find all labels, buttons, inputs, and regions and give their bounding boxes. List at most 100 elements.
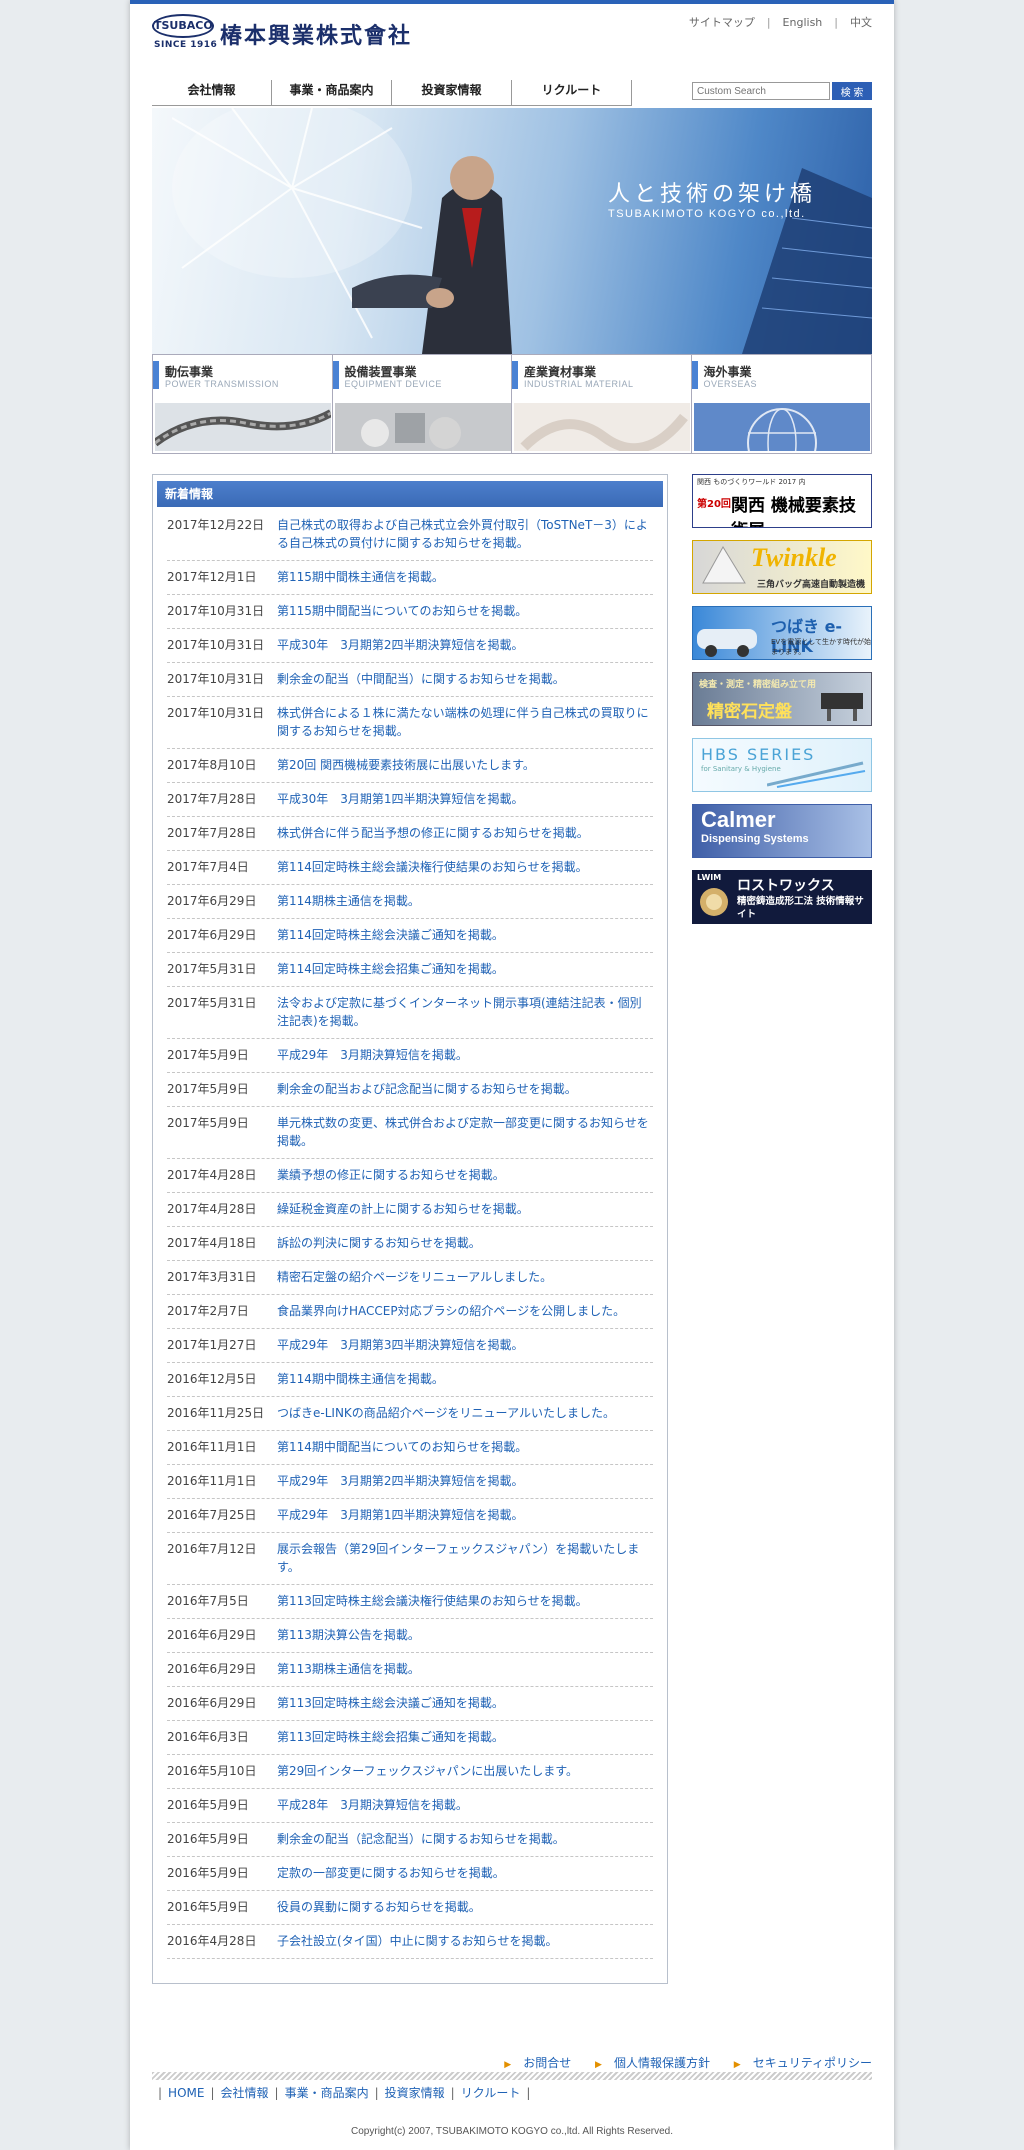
footer-nav-products[interactable]: 事業・商品案内 bbox=[285, 2086, 369, 2100]
news-item: 2016年11月1日 第114期中間配当についてのお知らせを掲載。 bbox=[167, 1431, 653, 1465]
news-title-link[interactable]: 剰余金の配当および記念配当に関するお知らせを掲載。 bbox=[277, 1080, 653, 1098]
news-date: 2016年6月29日 bbox=[167, 1628, 257, 1642]
banner-calmer[interactable]: Calmer Dispensing Systems bbox=[692, 804, 872, 858]
news-title-link[interactable]: 第113回定時株主総会招集ご通知を掲載。 bbox=[277, 1728, 653, 1746]
news-title-link[interactable]: 第29回インターフェックスジャパンに出展いたします。 bbox=[277, 1762, 653, 1780]
news-title-link[interactable]: 株式併合に伴う配当予想の修正に関するお知らせを掲載。 bbox=[277, 824, 653, 842]
news-title-link[interactable]: 繰延税金資産の計上に関するお知らせを掲載。 bbox=[277, 1200, 653, 1218]
side-banners: 関西 ものづくりワールド 2017 内 第20回 関西 機械要素技術展 Twin… bbox=[692, 474, 872, 936]
news-item: 2016年7月25日 平成29年 3月期第1四半期決算短信を掲載。 bbox=[167, 1499, 653, 1533]
banner-precision-stone[interactable]: 検査・測定・精密組み立て用 精密石定盤 bbox=[692, 672, 872, 726]
news-title-link[interactable]: 第114回定時株主総会決議ご通知を掲載。 bbox=[277, 926, 653, 944]
footer-nav: | HOME | 会社情報 | 事業・商品案内 | 投資家情報 | リクルート | bbox=[158, 2086, 531, 2100]
news-title-link[interactable]: 自己株式の取得および自己株式立会外買付取引（ToSTNeT－3）による自己株式の… bbox=[277, 516, 653, 552]
footer-link-security[interactable]: ▶ セキュリティポリシー bbox=[724, 2056, 872, 2070]
banner-label: 関西 機械要素技術展 bbox=[731, 496, 856, 527]
sitemap-link[interactable]: サイトマップ bbox=[689, 16, 755, 29]
search-button[interactable]: 検 索 bbox=[832, 82, 872, 100]
news-item: 2017年5月31日 第114回定時株主総会招集ご通知を掲載。 bbox=[167, 953, 653, 987]
news-title-link[interactable]: 業績予想の修正に関するお知らせを掲載。 bbox=[277, 1166, 653, 1184]
banner-label: 精密石定盤 bbox=[707, 702, 792, 722]
search-input[interactable] bbox=[692, 82, 830, 100]
banner-lost-wax[interactable]: LWIM ロストワックス 精密鋳造成形工法 技術情報サイト bbox=[692, 870, 872, 924]
division-equipment-device[interactable]: 設備装置事業 EQUIPMENT DEVICE bbox=[332, 355, 512, 453]
news-title-link[interactable]: 第114回定時株主総会招集ご通知を掲載。 bbox=[277, 960, 653, 978]
news-item: 2016年11月25日 つばきe-LINKの商品紹介ページをリニューアルいたしまし… bbox=[167, 1397, 653, 1431]
news-title-link[interactable]: 第20回 関西機械要素技術展に出展いたします。 bbox=[277, 756, 653, 774]
footer-link-contact[interactable]: ▶ お問合せ bbox=[494, 2056, 571, 2070]
news-item: 2016年6月3日 第113回定時株主総会招集ご通知を掲載。 bbox=[167, 1721, 653, 1755]
news-list: 2017年12月22日 自己株式の取得および自己株式立会外買付取引（ToSTNeT… bbox=[153, 507, 667, 1959]
news-title-link[interactable]: 展示会報告（第29回インターフェックスジャパン）を掲載いたします。 bbox=[277, 1540, 653, 1576]
english-link[interactable]: English bbox=[783, 16, 823, 29]
news-title-link[interactable]: 第114回定時株主総会議決権行使結果のお知らせを掲載。 bbox=[277, 858, 653, 876]
news-title-link[interactable]: 子会社設立(タイ国）中止に関するお知らせを掲載。 bbox=[277, 1932, 653, 1950]
news-title-link[interactable]: 平成30年 3月期第2四半期決算短信を掲載。 bbox=[277, 636, 653, 654]
footer-nav-company[interactable]: 会社情報 bbox=[221, 2086, 269, 2100]
footer-link-privacy[interactable]: ▶ 個人情報保護方針 bbox=[585, 2056, 710, 2070]
news-title-link[interactable]: 平成30年 3月期第1四半期決算短信を掲載。 bbox=[277, 790, 653, 808]
news-title-link[interactable]: 平成28年 3月期決算短信を掲載。 bbox=[277, 1796, 653, 1814]
news-title-link[interactable]: 第115期中間配当についてのお知らせを掲載。 bbox=[277, 602, 653, 620]
news-date: 2016年5月9日 bbox=[167, 1866, 249, 1880]
news-date: 2016年11月1日 bbox=[167, 1474, 257, 1488]
news-title-link[interactable]: 平成29年 3月期第1四半期決算短信を掲載。 bbox=[277, 1506, 653, 1524]
footer-nav-investors[interactable]: 投資家情報 bbox=[385, 2086, 445, 2100]
news-title-link[interactable]: 剰余金の配当（中間配当）に関するお知らせを掲載。 bbox=[277, 670, 653, 688]
nav-investors[interactable]: 投資家情報 bbox=[392, 80, 512, 106]
banner-top-text: 関西 ものづくりワールド 2017 内 bbox=[697, 478, 806, 486]
news-title-link[interactable]: 精密石定盤の紹介ページをリニューアルしました。 bbox=[277, 1268, 653, 1286]
division-label: 設備装置事業 bbox=[344, 365, 417, 379]
news-item: 2017年4月28日 業績予想の修正に関するお知らせを掲載。 bbox=[167, 1159, 653, 1193]
news-title-link[interactable]: 株式併合による１株に満たない端株の処理に伴う自己株式の買取りに関するお知らせを掲… bbox=[277, 704, 653, 740]
news-title-link[interactable]: 第113回定時株主総会議決権行使結果のお知らせを掲載。 bbox=[277, 1592, 653, 1610]
hero-subtitle: TSUBAKIMOTO KOGYO co.,ltd. bbox=[608, 208, 806, 220]
chinese-link[interactable]: 中文 bbox=[850, 16, 872, 29]
news-title-link[interactable]: 法令および定款に基づくインターネット開示事項(連結注記表・個別注記表)を掲載。 bbox=[277, 994, 653, 1030]
division-overseas[interactable]: 海外事業 OVERSEAS bbox=[691, 355, 871, 453]
banner-twinkle[interactable]: Twinkle 三角バッグ高速自動製造機 bbox=[692, 540, 872, 594]
news-title-link[interactable]: 平成29年 3月期第2四半期決算短信を掲載。 bbox=[277, 1472, 653, 1490]
banner-elink[interactable]: つばき e-LINK EVを電源として生かす時代が始まります。 bbox=[692, 606, 872, 660]
news-title-link[interactable]: 食品業界向けHACCEP対応ブラシの紹介ページを公開しました。 bbox=[277, 1302, 653, 1320]
logo-badge: TSUBACO bbox=[152, 14, 214, 38]
logo-since: SINCE 1916 bbox=[154, 40, 218, 50]
news-title-link[interactable]: 平成29年 3月期第3四半期決算短信を掲載。 bbox=[277, 1336, 653, 1354]
news-title-link[interactable]: 第115期中間株主通信を掲載。 bbox=[277, 568, 653, 586]
news-date: 2017年4月28日 bbox=[167, 1202, 257, 1216]
news-item: 2017年8月10日 第20回 関西機械要素技術展に出展いたします。 bbox=[167, 749, 653, 783]
company-logo[interactable]: TSUBACO SINCE 1916 椿本興業株式會社 bbox=[152, 12, 452, 52]
news-title-link[interactable]: 第113期株主通信を掲載。 bbox=[277, 1660, 653, 1678]
news-item: 2016年6月29日 第113回定時株主総会決議ご通知を掲載。 bbox=[167, 1687, 653, 1721]
news-date: 2016年5月10日 bbox=[167, 1764, 257, 1778]
nav-products[interactable]: 事業・商品案内 bbox=[272, 80, 392, 106]
news-title-link[interactable]: 剰余金の配当（記念配当）に関するお知らせを掲載。 bbox=[277, 1830, 653, 1848]
news-item: 2016年11月1日 平成29年 3月期第2四半期決算短信を掲載。 bbox=[167, 1465, 653, 1499]
division-power-transmission[interactable]: 動伝事業 POWER TRANSMISSION bbox=[153, 355, 333, 453]
news-item: 2016年7月12日 展示会報告（第29回インターフェックスジャパン）を掲載いたし… bbox=[167, 1533, 653, 1585]
footer-nav-recruit[interactable]: リクルート bbox=[461, 2086, 521, 2100]
news-title-link[interactable]: 平成29年 3月期決算短信を掲載。 bbox=[277, 1046, 653, 1064]
news-title-link[interactable]: 第114期株主通信を掲載。 bbox=[277, 892, 653, 910]
news-item: 2017年7月28日 株式併合に伴う配当予想の修正に関するお知らせを掲載。 bbox=[167, 817, 653, 851]
news-date: 2017年5月9日 bbox=[167, 1082, 249, 1096]
news-title-link[interactable]: つばきe-LINKの商品紹介ページをリニューアルいたしました。 bbox=[277, 1404, 653, 1422]
news-title-link[interactable]: 単元株式数の変更、株式併合および定款一部変更に関するお知らせを掲載。 bbox=[277, 1114, 653, 1150]
news-title-link[interactable]: 役員の異動に関するお知らせを掲載。 bbox=[277, 1898, 653, 1916]
footer-nav-home[interactable]: HOME bbox=[168, 2086, 204, 2100]
division-industrial-material[interactable]: 産業資材事業 INDUSTRIAL MATERIAL bbox=[512, 355, 692, 453]
news-item: 2017年7月4日 第114回定時株主総会議決権行使結果のお知らせを掲載。 bbox=[167, 851, 653, 885]
division-label-en: INDUSTRIAL MATERIAL bbox=[524, 379, 634, 389]
news-title-link[interactable]: 第113回定時株主総会決議ご通知を掲載。 bbox=[277, 1694, 653, 1712]
banner-hbs-series[interactable]: HBS SERIES for Sanitary & Hygiene bbox=[692, 738, 872, 792]
news-title-link[interactable]: 第114期中間配当についてのお知らせを掲載。 bbox=[277, 1438, 653, 1456]
nav-recruit[interactable]: リクルート bbox=[512, 80, 632, 106]
news-title-link[interactable]: 定款の一部変更に関するお知らせを掲載。 bbox=[277, 1864, 653, 1882]
news-title-link[interactable]: 第114期中間株主通信を掲載。 bbox=[277, 1370, 653, 1388]
news-date: 2016年6月29日 bbox=[167, 1696, 257, 1710]
nav-company-info[interactable]: 会社情報 bbox=[152, 80, 272, 106]
news-title-link[interactable]: 訴訟の判決に関するお知らせを掲載。 bbox=[277, 1234, 653, 1252]
news-date: 2016年11月25日 bbox=[167, 1406, 265, 1420]
news-title-link[interactable]: 第113期決算公告を掲載。 bbox=[277, 1626, 653, 1644]
banner-kansai-expo[interactable]: 関西 ものづくりワールド 2017 内 第20回 関西 機械要素技術展 bbox=[692, 474, 872, 528]
